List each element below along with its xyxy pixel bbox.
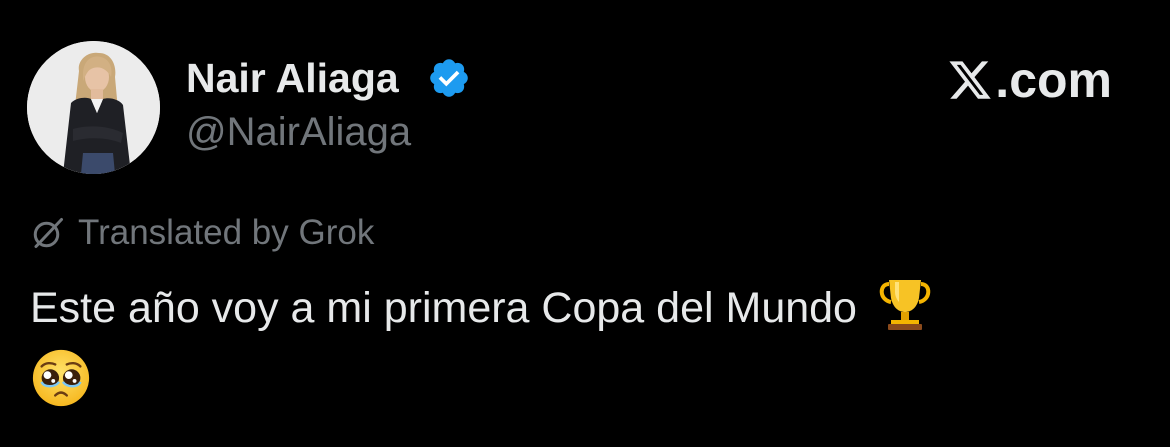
brand-watermark: .com bbox=[947, 52, 1112, 108]
brand-domain: .com bbox=[995, 52, 1112, 108]
display-name[interactable]: Nair Aliaga bbox=[186, 54, 399, 102]
translation-label: Translated by Grok bbox=[78, 213, 375, 252]
translation-notice[interactable]: Translated by Grok bbox=[30, 209, 374, 257]
avatar[interactable] bbox=[27, 41, 160, 174]
profile-photo bbox=[27, 41, 160, 174]
tweet-body: Este año voy a mi primera Copa del Mundo bbox=[30, 276, 1110, 409]
grok-icon bbox=[33, 218, 63, 248]
user-handle[interactable]: @NairAliaga bbox=[186, 108, 411, 156]
tweet-text: Este año voy a mi primera Copa del Mundo bbox=[30, 284, 857, 332]
verified-badge-icon bbox=[430, 59, 468, 97]
trophy-icon bbox=[879, 280, 931, 330]
pleading-face-icon bbox=[32, 349, 90, 407]
x-logo-icon bbox=[949, 61, 992, 99]
